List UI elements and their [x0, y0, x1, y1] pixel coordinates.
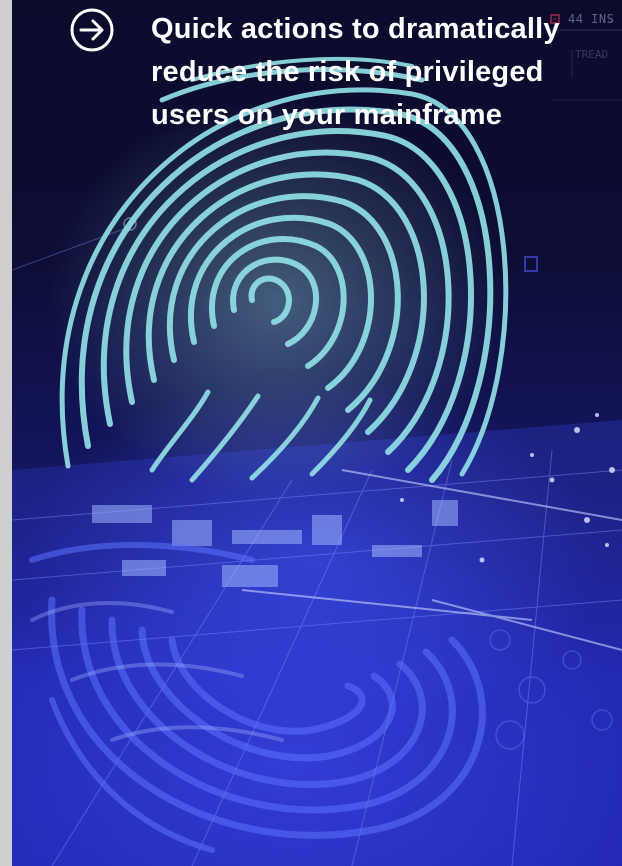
- left-margin-strip: [0, 0, 12, 866]
- arrow-button[interactable]: [69, 7, 115, 53]
- hud-subtext: TREAD: [575, 48, 609, 61]
- arrow-right-circle-icon: [70, 8, 114, 52]
- page: 44 INS TREAD Quick actions to dramatical…: [0, 0, 622, 866]
- hud-badge-text: 44 INS: [568, 12, 615, 26]
- headline: Quick actions to dramatically reduce the…: [151, 13, 560, 131]
